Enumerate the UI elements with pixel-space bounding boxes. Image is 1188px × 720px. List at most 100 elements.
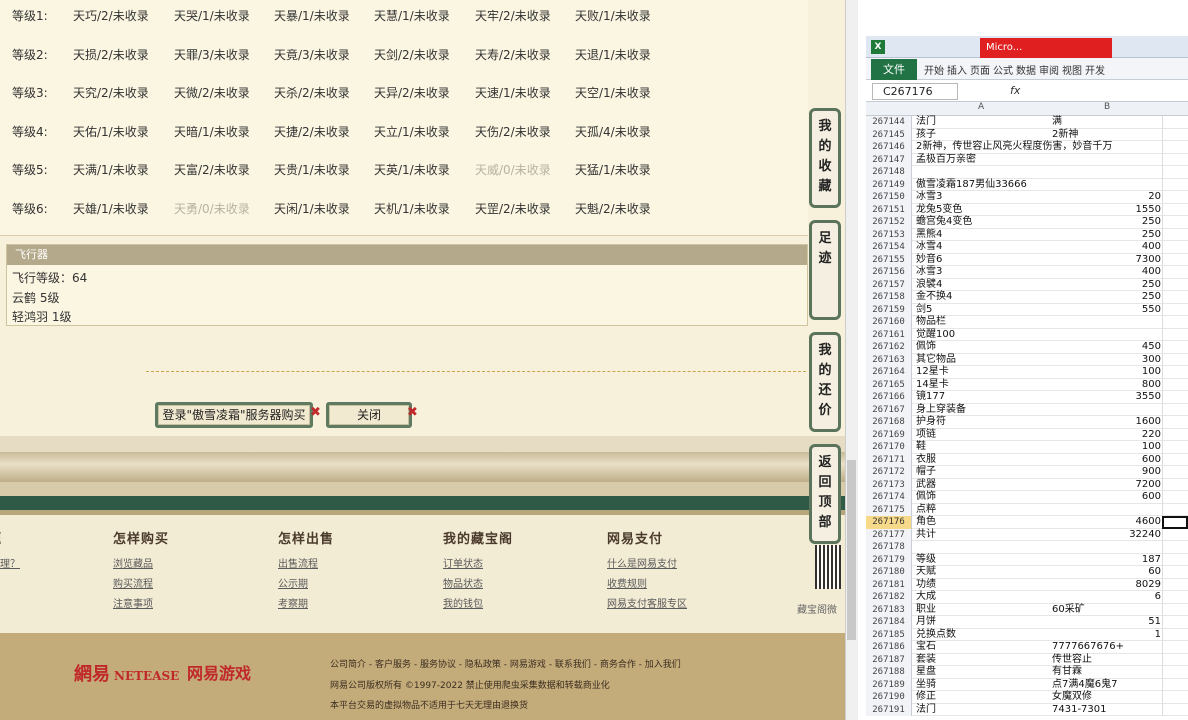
row-number[interactable]: 267160 <box>866 316 912 329</box>
cell-c[interactable] <box>1162 378 1188 391</box>
footer-link[interactable]: 考察期 <box>278 595 308 610</box>
cell-c[interactable] <box>1162 478 1188 491</box>
footer-link[interactable]: 理？ <box>0 555 20 570</box>
cell-b[interactable]: 7300 <box>1052 254 1161 267</box>
cell-a[interactable]: 觉醒100 <box>916 329 955 342</box>
cell-c[interactable] <box>1162 691 1188 704</box>
side-button-history[interactable]: 足迹 <box>809 220 841 320</box>
cell-a[interactable]: 其它物品 <box>916 354 956 367</box>
cell-b[interactable]: 1600 <box>1052 416 1161 429</box>
ribbon-tab[interactable]: 开发 <box>1085 62 1105 77</box>
cell-c[interactable] <box>1162 266 1188 279</box>
cell-a[interactable]: 镜177 <box>916 391 945 404</box>
footer-link[interactable]: 浏览藏品 <box>113 555 153 570</box>
cell-c[interactable] <box>1162 291 1188 304</box>
cell-c[interactable] <box>1162 666 1188 679</box>
footer-link[interactable]: 公示期 <box>278 575 308 590</box>
cell-a[interactable]: 鞋 <box>916 441 926 454</box>
cell-c[interactable] <box>1162 591 1188 604</box>
row-number[interactable]: 267146 <box>866 141 912 154</box>
cell-a[interactable]: 身上穿装备 <box>916 404 966 417</box>
cell-c[interactable] <box>1162 653 1188 666</box>
row-number[interactable]: 267163 <box>866 353 912 366</box>
cell-c[interactable] <box>1162 203 1188 216</box>
cell-b[interactable]: 250 <box>1052 216 1161 229</box>
cell-a[interactable]: 法门 <box>916 704 936 717</box>
close-x-icon[interactable]: ✖ <box>310 405 321 420</box>
cell-a[interactable]: 衣服 <box>916 454 936 467</box>
file-tab[interactable]: 文件 <box>871 59 917 80</box>
cell-a[interactable]: 剑5 <box>916 304 932 317</box>
cell-a[interactable]: 冰雪3 <box>916 191 942 204</box>
row-number[interactable]: 267148 <box>866 166 912 179</box>
cell-b[interactable]: 51 <box>1052 616 1161 629</box>
cell-c[interactable] <box>1162 391 1188 404</box>
cell-c[interactable] <box>1162 191 1188 204</box>
cell-b[interactable]: 女魔双修 <box>1052 691 1161 704</box>
cell-a[interactable]: 兑换点数 <box>916 629 956 642</box>
row-number[interactable]: 267159 <box>866 303 912 316</box>
cell-a[interactable]: 套装 <box>916 654 936 667</box>
cell-b[interactable]: 有甘霖 <box>1052 666 1161 679</box>
cell-a[interactable]: 龙兔5变色 <box>916 204 962 217</box>
footer-links[interactable]: 公司简介 - 客户服务 - 服务协议 - 隐私政策 - 网易游戏 - 联系我们 … <box>330 657 681 670</box>
cell-c[interactable] <box>1162 366 1188 379</box>
cell-b[interactable]: 900 <box>1052 466 1161 479</box>
row-number[interactable]: 267158 <box>866 291 912 304</box>
cell-a[interactable]: 功绩 <box>916 579 936 592</box>
cell-a[interactable]: 黑熊4 <box>916 229 942 242</box>
cell-b[interactable]: 220 <box>1052 429 1161 442</box>
row-number[interactable]: 267161 <box>866 328 912 341</box>
footer-link[interactable]: 订单状态 <box>443 555 483 570</box>
ribbon-tab[interactable]: 页面 <box>970 62 990 77</box>
cell-c[interactable] <box>1162 703 1188 716</box>
cell-c[interactable] <box>1162 153 1188 166</box>
cell-b[interactable]: 4600 <box>1052 516 1161 529</box>
cell-c[interactable] <box>1162 303 1188 316</box>
cell-b[interactable]: 20 <box>1052 191 1161 204</box>
cell-c[interactable] <box>1162 178 1188 191</box>
cell-c[interactable] <box>1162 241 1188 254</box>
row-number[interactable]: 267153 <box>866 228 912 241</box>
row-number[interactable]: 267186 <box>866 641 912 654</box>
row-number[interactable]: 267145 <box>866 128 912 141</box>
row-number[interactable]: 267152 <box>866 216 912 229</box>
row-number[interactable]: 267156 <box>866 266 912 279</box>
cell-c[interactable] <box>1162 228 1188 241</box>
cell-c[interactable] <box>1162 253 1188 266</box>
cell-a[interactable]: 修正 <box>916 691 936 704</box>
row-number[interactable]: 267178 <box>866 541 912 554</box>
cell-b[interactable]: 100 <box>1052 441 1161 454</box>
row-number[interactable]: 267173 <box>866 478 912 491</box>
row-number[interactable]: 267166 <box>866 391 912 404</box>
cell-b[interactable]: 100 <box>1052 366 1161 379</box>
cell-b[interactable]: 1550 <box>1052 204 1161 217</box>
cell-a[interactable]: 职业 <box>916 604 936 617</box>
row-number[interactable]: 267165 <box>866 378 912 391</box>
row-number[interactable]: 267182 <box>866 591 912 604</box>
cell-a[interactable]: 等级 <box>916 554 936 567</box>
cell-a[interactable]: 2新神，传世容止风亮火程度伤害，妙音千万 <box>916 141 1112 154</box>
side-button-back-to-top[interactable]: 返回顶部 <box>809 444 841 544</box>
cell-a[interactable]: 宝石 <box>916 641 936 654</box>
cell-a[interactable]: 坐骑 <box>916 679 936 692</box>
cell-a[interactable]: 蟾宫兔4变色 <box>916 216 972 229</box>
cell-b[interactable]: 7431-7301 <box>1052 704 1161 717</box>
cell-c[interactable] <box>1162 491 1188 504</box>
cell-b[interactable]: 7777667676+ <box>1052 641 1161 654</box>
cell-c[interactable] <box>1162 353 1188 366</box>
row-number[interactable]: 267154 <box>866 241 912 254</box>
row-number[interactable]: 267181 <box>866 578 912 591</box>
cell-b[interactable]: 1 <box>1052 629 1161 642</box>
cell-b[interactable]: 60 <box>1052 566 1161 579</box>
cell-a[interactable]: 大成 <box>916 591 936 604</box>
ribbon-tab[interactable]: 视图 <box>1062 62 1082 77</box>
cell-c[interactable] <box>1162 428 1188 441</box>
cell-a[interactable]: 佩饰 <box>916 341 936 354</box>
cell-c[interactable] <box>1162 341 1188 354</box>
cell-c[interactable] <box>1162 403 1188 416</box>
side-button-bargain[interactable]: 我的还价 <box>809 332 841 432</box>
column-header-b[interactable]: B <box>1104 102 1110 112</box>
row-number[interactable]: 267189 <box>866 678 912 691</box>
cell-c[interactable] <box>1162 628 1188 641</box>
